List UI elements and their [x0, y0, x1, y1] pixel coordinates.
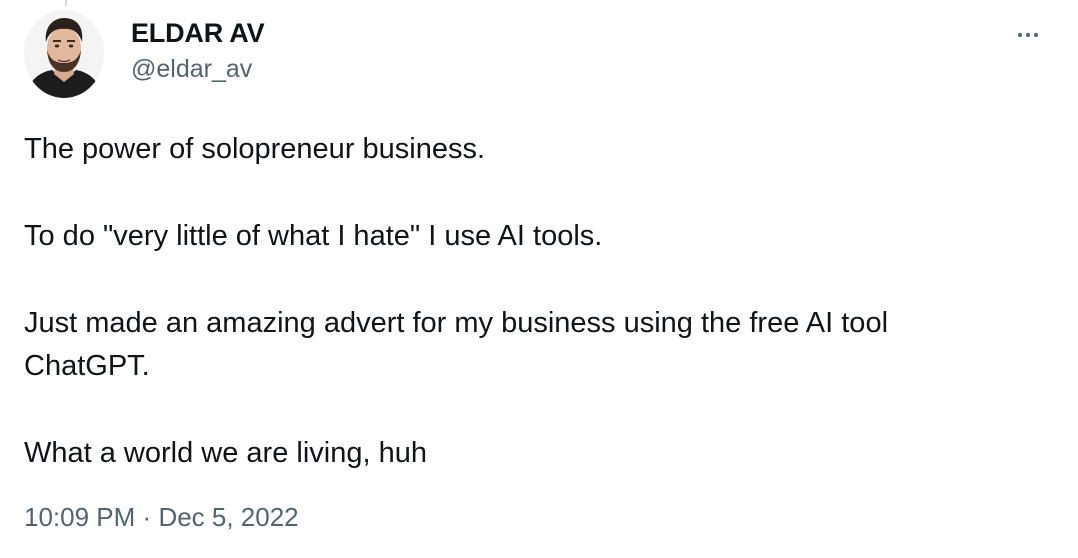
tweet-card: ELDAR AV @eldar_av The power of solopren…	[0, 0, 1078, 558]
author-handle[interactable]: @eldar_av	[131, 53, 252, 85]
tweet-date: Dec 5, 2022	[158, 502, 299, 532]
more-options-button[interactable]	[1008, 18, 1048, 52]
tweet-paragraph: To do "very little of what I hate" I use…	[24, 220, 603, 252]
more-horizontal-icon-dot	[1034, 33, 1038, 37]
tweet-paragraph: What a world we are living, huh	[24, 437, 427, 469]
user-avatar-photo-icon	[24, 10, 104, 98]
author-display-name[interactable]: ELDAR AV	[131, 16, 265, 50]
tweet-time-link[interactable]: 10:09 PM · Dec 5, 2022	[24, 502, 299, 532]
timestamp-separator: ·	[142, 502, 152, 532]
more-horizontal-icon-dot	[1026, 33, 1030, 37]
tweet-time: 10:09 PM	[24, 502, 136, 532]
avatar[interactable]	[24, 10, 104, 98]
thread-connector-line	[65, 0, 67, 6]
tweet-paragraph: The power of solopreneur business.	[24, 133, 486, 165]
tweet-body: The power of solopreneur business. To do…	[24, 128, 1024, 475]
more-horizontal-icon	[1018, 33, 1022, 37]
tweet-paragraph: Just made an amazing advert for my busin…	[24, 307, 889, 382]
tweet-timestamp: 10:09 PM · Dec 5, 2022	[24, 500, 299, 534]
